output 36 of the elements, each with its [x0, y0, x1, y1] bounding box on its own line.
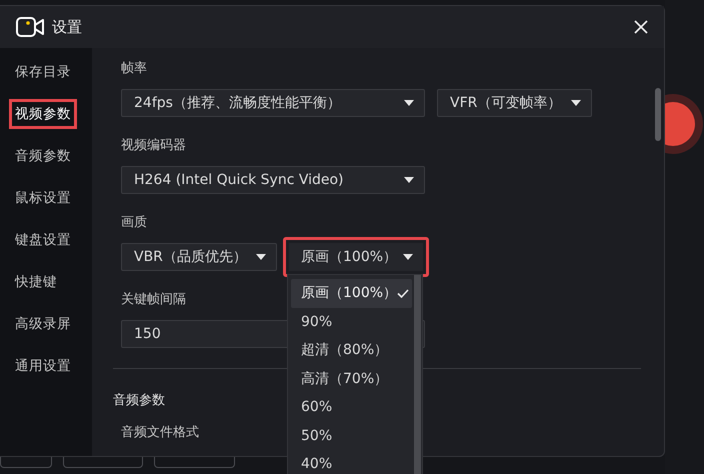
sidebar-item[interactable]: 音频参数	[9, 141, 77, 171]
section-title: 音频参数	[113, 392, 165, 409]
caret-icon	[571, 100, 581, 106]
caret-icon	[403, 254, 413, 260]
sidebar-item[interactable]: 鼠标设置	[9, 183, 77, 213]
dropdown-option[interactable]: 50%	[291, 422, 412, 450]
camera-icon	[16, 17, 44, 37]
dropdown-option[interactable]: 原画（100%）	[291, 279, 412, 308]
caret-icon	[256, 254, 266, 260]
dropdown[interactable]: 24fps（推荐、流畅度性能平衡）	[121, 89, 425, 117]
sidebar-item[interactable]: 键盘设置	[9, 225, 77, 255]
sidebar-item[interactable]: 视频参数	[9, 99, 77, 129]
sidebar-item[interactable]: 高级录屏	[9, 309, 77, 339]
dropdown[interactable]: VFR（可变帧率）	[437, 89, 592, 117]
scrollbar[interactable]	[414, 275, 421, 474]
dropdown[interactable]: VBR（品质优先）	[121, 243, 277, 271]
field-label: 视频编码器	[121, 137, 186, 155]
dropdown[interactable]: 原画（100%）	[283, 237, 429, 277]
window-title: 设置	[52, 18, 83, 36]
field-label: 音频文件格式	[121, 424, 199, 441]
caret-icon	[404, 100, 414, 106]
sidebar-item[interactable]: 快捷键	[9, 267, 63, 297]
record-icon	[665, 92, 704, 156]
field-label: 关键帧间隔	[121, 291, 186, 309]
dropdown-option[interactable]: 高清（70%）	[291, 364, 412, 393]
field-label: 帧率	[121, 60, 147, 78]
sidebar-item[interactable]: 保存目录	[9, 57, 77, 87]
caret-icon	[404, 177, 414, 183]
button-outline	[0, 457, 52, 468]
check-icon	[397, 288, 410, 298]
dropdown-option[interactable]: 40%	[291, 450, 412, 474]
sidebar-item[interactable]: 通用设置	[9, 351, 77, 381]
dropdown-option[interactable]: 60%	[291, 393, 412, 422]
dropdown[interactable]: H264 (Intel Quick Sync Video)	[121, 166, 425, 194]
scrollbar[interactable]	[655, 88, 661, 141]
field-label: 画质	[121, 214, 147, 232]
